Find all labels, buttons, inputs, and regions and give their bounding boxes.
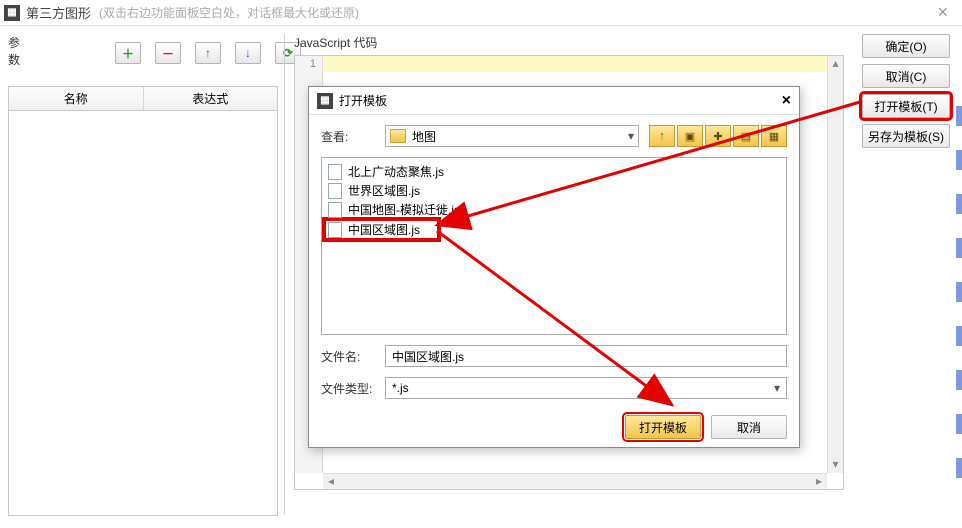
line-number: 1: [295, 56, 322, 70]
file-name: 世界区域图.js: [348, 182, 420, 199]
filename-input[interactable]: 中国区域图.js: [385, 345, 787, 367]
folder-icon: [390, 129, 406, 143]
list-item[interactable]: 世界区域图.js: [328, 181, 780, 200]
app-icon: ▦: [4, 5, 20, 21]
filetype-label: 文件类型:: [321, 380, 375, 397]
params-toolbar: ＋ － ↑ ↓ ⟳: [115, 42, 301, 64]
cancel-button[interactable]: 取消(C): [862, 64, 950, 88]
filename-label: 文件名:: [321, 348, 375, 365]
file-name: 中国区域图.js: [348, 221, 420, 238]
editor-horizontal-scrollbar[interactable]: ◂ ▸: [323, 473, 827, 489]
window-title: 第三方图形: [26, 3, 91, 22]
scroll-left-icon[interactable]: ◂: [323, 474, 339, 489]
document-icon: [328, 183, 342, 199]
open-template-button[interactable]: 打开模板(T): [862, 94, 950, 118]
scroll-right-icon[interactable]: ▸: [811, 474, 827, 489]
lookin-combo[interactable]: 地图 ▾: [385, 125, 639, 147]
remove-button[interactable]: －: [155, 42, 181, 64]
add-button[interactable]: ＋: [115, 42, 141, 64]
dialog-open-button[interactable]: 打开模板: [625, 415, 701, 439]
file-name: 北上广动态聚焦.js: [348, 163, 444, 180]
document-icon: [328, 164, 342, 180]
document-icon: [328, 202, 342, 218]
dialog-close-icon[interactable]: ×: [782, 92, 791, 110]
dialog-icon: ▦: [317, 93, 333, 109]
panel-divider[interactable]: [284, 34, 285, 514]
editor-current-line: [323, 56, 827, 72]
file-name: 中国地图-模拟迁徙.js: [348, 201, 460, 218]
scroll-down-icon[interactable]: ▾: [828, 457, 843, 473]
chevron-down-icon: ▾: [774, 381, 780, 395]
right-button-panel: 确定(O) 取消(C) 打开模板(T) 另存为模板(S): [862, 34, 950, 148]
dialog-cancel-button[interactable]: 取消: [711, 415, 787, 439]
dialog-titlebar: ▦ 打开模板 ×: [309, 87, 799, 115]
window-close-icon[interactable]: ×: [927, 2, 958, 23]
chevron-down-icon: ▾: [628, 129, 634, 143]
save-template-button[interactable]: 另存为模板(S): [862, 124, 950, 148]
col-expr: 表达式: [144, 87, 278, 110]
right-edge-decoration: [956, 106, 962, 502]
up-folder-button[interactable]: ↑: [649, 125, 675, 147]
editor-vertical-scrollbar[interactable]: ▴ ▾: [827, 56, 843, 473]
scroll-up-icon[interactable]: ▴: [828, 56, 843, 72]
params-panel: 参数 ＋ － ↑ ↓ ⟳ 名称 表达式: [8, 34, 278, 516]
document-icon: [328, 222, 342, 238]
params-label: 参数: [8, 34, 20, 68]
ok-button[interactable]: 确定(O): [862, 34, 950, 58]
list-item-selected[interactable]: 中国区域图.js: [324, 219, 439, 240]
js-label: JavaScript 代码: [294, 34, 844, 51]
dialog-title: 打开模板: [339, 92, 387, 109]
params-grid-body[interactable]: [8, 111, 278, 516]
detail-view-button[interactable]: ▦: [761, 125, 787, 147]
list-view-button[interactable]: ▤: [733, 125, 759, 147]
main-titlebar: ▦ 第三方图形 (双击右边功能面板空白处，对话框最大化或还原) ×: [0, 0, 962, 26]
list-item[interactable]: 北上广动态聚焦.js: [328, 162, 780, 181]
move-up-button[interactable]: ↑: [195, 42, 221, 64]
dialog-nav-buttons: ↑ ▣ ✚ ▤ ▦: [649, 125, 787, 147]
desktop-button[interactable]: ▣: [677, 125, 703, 147]
new-folder-button[interactable]: ✚: [705, 125, 731, 147]
lookin-label: 查看:: [321, 128, 375, 145]
filetype-select[interactable]: *.js ▾: [385, 377, 787, 399]
list-item[interactable]: 中国地图-模拟迁徙.js: [328, 200, 780, 219]
open-template-dialog: ▦ 打开模板 × 查看: 地图 ▾ ↑ ▣ ✚ ▤ ▦: [308, 86, 800, 448]
lookin-value: 地图: [412, 128, 436, 145]
move-down-button[interactable]: ↓: [235, 42, 261, 64]
col-name: 名称: [9, 87, 144, 110]
file-list[interactable]: 北上广动态聚焦.js 世界区域图.js 中国地图-模拟迁徙.js 中国区域图.j…: [321, 157, 787, 335]
window-subtitle: (双击右边功能面板空白处，对话框最大化或还原): [99, 4, 359, 21]
params-grid-header: 名称 表达式: [8, 86, 278, 111]
